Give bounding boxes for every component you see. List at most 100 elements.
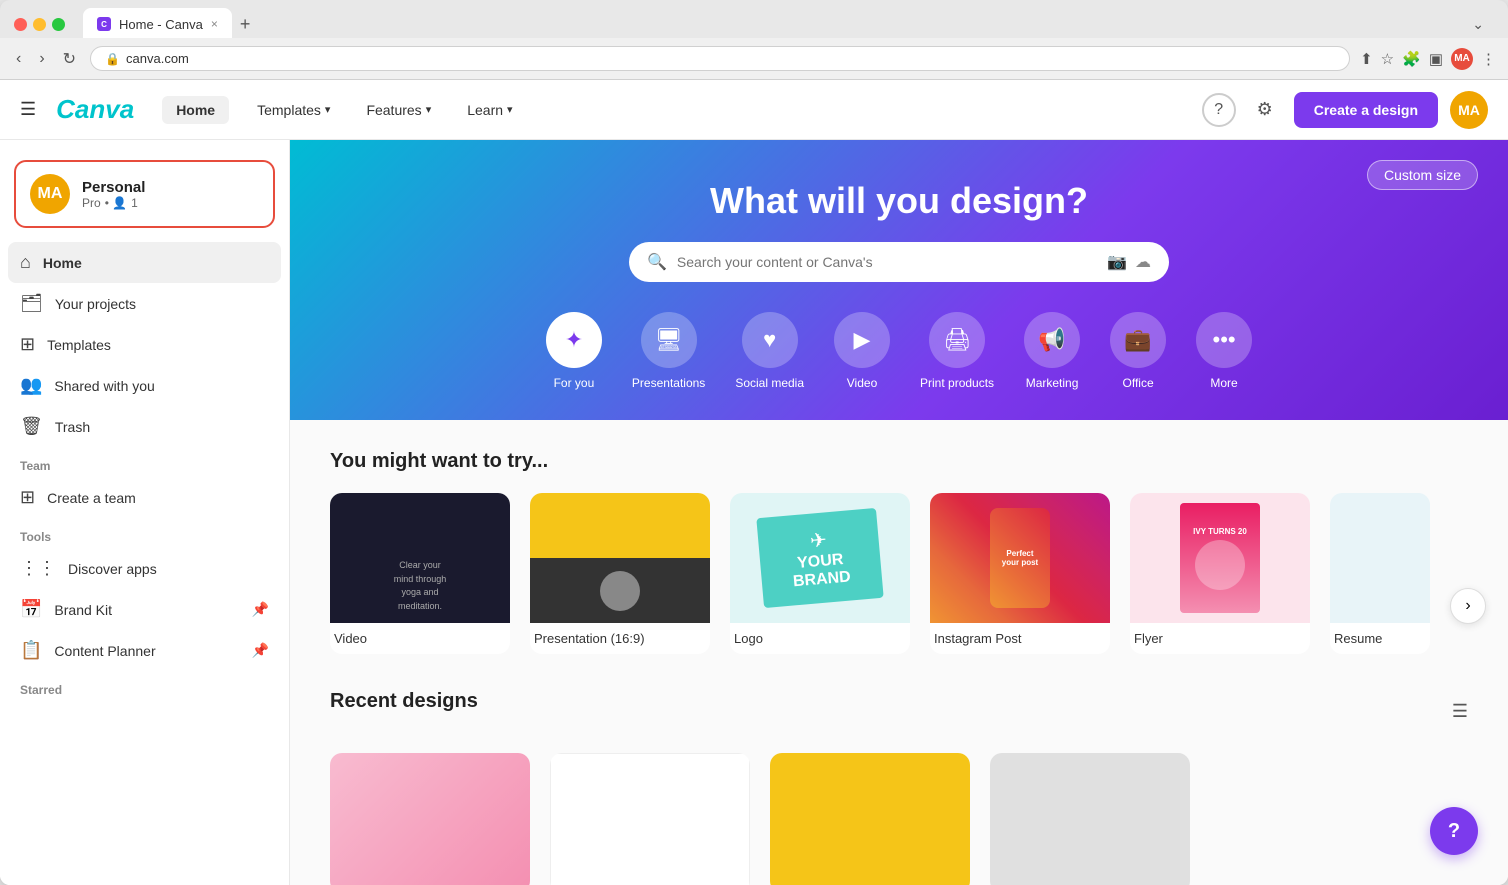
new-tab-icon[interactable]: +	[240, 14, 251, 35]
user-avatar-nav[interactable]: MA	[1450, 91, 1488, 129]
recent-card-3[interactable]	[770, 753, 970, 885]
sidebar-item-trash[interactable]: 🗑 Trash	[8, 406, 281, 447]
logo-inner: ✈ YOURBRAND	[756, 508, 883, 608]
search-actions: 📷 ☁	[1107, 252, 1151, 272]
instagram-thumb: Perfectyour post	[930, 493, 1110, 623]
video-label: Video	[847, 376, 877, 390]
browser-user-avatar[interactable]: MA	[1451, 48, 1473, 70]
hamburger-menu[interactable]: ☰	[20, 99, 36, 120]
search-input[interactable]	[677, 254, 1097, 270]
category-video[interactable]: ▶ Video	[834, 312, 890, 390]
share-icon[interactable]: ⬆	[1360, 50, 1373, 68]
content-area: Custom size What will you design? 🔍 📷 ☁	[290, 140, 1508, 885]
sidebar-item-shared[interactable]: 👥 Shared with you	[8, 365, 281, 406]
back-button[interactable]: ‹	[12, 48, 25, 70]
office-icon: 💼	[1124, 327, 1151, 353]
tools-nav: ⋮⋮ Discover apps 📅 Brand Kit 📌 📋 C	[0, 548, 289, 671]
extensions-icon[interactable]: 🧩	[1402, 50, 1421, 68]
sidebar-content-planner-label: Content Planner	[54, 643, 155, 659]
sidebar-item-home[interactable]: ⌂ Home	[8, 242, 281, 283]
projects-icon: 🗂	[20, 293, 43, 314]
settings-button[interactable]: ⚙	[1248, 93, 1282, 127]
learn-chevron-icon: ▾	[507, 103, 513, 116]
presentation-card[interactable]: Presentation (16:9)	[530, 493, 710, 654]
video-card[interactable]: Clear yourmind throughyoga andmeditation…	[330, 493, 510, 654]
create-design-button[interactable]: Create a design	[1294, 92, 1438, 128]
menu-icon[interactable]: ⋮	[1481, 50, 1496, 68]
hero-title: What will you design?	[710, 180, 1088, 222]
tab-close-icon[interactable]: ×	[211, 17, 218, 31]
sidebar-item-discover-apps[interactable]: ⋮⋮ Discover apps	[8, 548, 281, 589]
features-nav-link[interactable]: Features ▾	[358, 96, 439, 124]
recent-card-4[interactable]	[990, 753, 1190, 885]
custom-size-button[interactable]: Custom size	[1367, 160, 1478, 190]
flyer-card[interactable]: IVY TURNS 20 Flyer	[1130, 493, 1310, 654]
address-input[interactable]: 🔒 canva.com	[90, 46, 1350, 71]
sidebar-item-templates[interactable]: ⊞ Templates	[8, 324, 281, 365]
for-you-circle: ✦	[546, 312, 602, 368]
home-nav-button[interactable]: Home	[162, 96, 229, 124]
category-for-you[interactable]: ✦ For you	[546, 312, 602, 390]
flyer-thumb: IVY TURNS 20	[1130, 493, 1310, 623]
logo-card-label: Logo	[730, 623, 910, 654]
recent-card-2[interactable]	[550, 753, 750, 885]
sidebar-projects-label: Your projects	[55, 296, 136, 312]
sidebar-item-projects[interactable]: 🗂 Your projects	[8, 283, 281, 324]
templates-nav-link[interactable]: Templates ▾	[249, 96, 338, 124]
resume-card[interactable]: Resume	[1330, 493, 1430, 654]
search-bar[interactable]: 🔍 📷 ☁	[629, 242, 1169, 282]
list-view-icon[interactable]: ☰	[1452, 701, 1468, 722]
home-icon: ⌂	[20, 252, 31, 273]
forward-button[interactable]: ›	[35, 48, 48, 70]
logo-card[interactable]: ✈ YOURBRAND Logo	[730, 493, 910, 654]
marketing-icon: 📢	[1038, 327, 1065, 353]
category-print-products[interactable]: 🖨 Print products	[920, 312, 994, 390]
content-sections: You might want to try... Clear yourmind …	[290, 420, 1508, 885]
logo-plane-icon: ✈	[809, 527, 828, 553]
recent-thumb-3	[770, 753, 970, 885]
suggestions-title: You might want to try...	[330, 450, 1468, 473]
more-circle: •••	[1196, 312, 1252, 368]
tab-grid-icon[interactable]: ▣	[1429, 50, 1443, 68]
help-button[interactable]: ?	[1202, 93, 1236, 127]
category-presentations[interactable]: 🖥 Presentations	[632, 312, 705, 390]
category-office[interactable]: 💼 Office	[1110, 312, 1166, 390]
camera-search-icon[interactable]: 📷	[1107, 252, 1127, 272]
reload-button[interactable]: ↻	[59, 47, 80, 71]
tab-expand-icon[interactable]: ⌄	[1472, 16, 1484, 33]
profile-avatar: MA	[30, 174, 70, 214]
upload-search-icon[interactable]: ☁	[1135, 252, 1151, 272]
profile-card[interactable]: MA Personal Pro • 👤 1	[14, 160, 275, 228]
content-planner-pin-icon: 📌	[252, 642, 269, 659]
bookmark-icon[interactable]: ☆	[1381, 50, 1394, 68]
window-controls[interactable]	[14, 18, 65, 31]
recent-card-1[interactable]	[330, 753, 530, 885]
brand-kit-icon: 📅	[20, 599, 42, 620]
sidebar-item-create-team[interactable]: ⊞ Create a team	[8, 477, 281, 518]
category-more[interactable]: ••• More	[1196, 312, 1252, 390]
team-section-label: Team	[0, 447, 289, 477]
flyer-card-label: Flyer	[1130, 623, 1310, 654]
office-label: Office	[1123, 376, 1154, 390]
category-social-media[interactable]: ♥ Social media	[735, 312, 804, 390]
floating-help-button[interactable]: ?	[1430, 807, 1478, 855]
social-media-circle: ♥	[742, 312, 798, 368]
sidebar-create-team-label: Create a team	[47, 490, 136, 506]
sidebar-item-brand-kit[interactable]: 📅 Brand Kit 📌	[8, 589, 281, 630]
instagram-card[interactable]: Perfectyour post Instagram Post	[930, 493, 1110, 654]
main-layout: MA Personal Pro • 👤 1 ⌂ Home	[0, 140, 1508, 885]
active-tab[interactable]: C Home - Canva ×	[83, 8, 232, 40]
learn-nav-link[interactable]: Learn ▾	[459, 96, 520, 124]
category-marketing[interactable]: 📢 Marketing	[1024, 312, 1080, 390]
features-chevron-icon: ▾	[426, 103, 432, 116]
sidebar-item-content-planner[interactable]: 📋 Content Planner 📌	[8, 630, 281, 671]
scroll-right-button[interactable]: ›	[1450, 588, 1486, 654]
maximize-button[interactable]	[52, 18, 65, 31]
close-button[interactable]	[14, 18, 27, 31]
flyer-inner: IVY TURNS 20	[1180, 503, 1260, 613]
canva-logo[interactable]: Canva	[56, 94, 134, 125]
profile-name: Personal	[82, 179, 145, 196]
recent-row	[330, 753, 1468, 885]
minimize-button[interactable]	[33, 18, 46, 31]
brand-kit-pin-icon: 📌	[252, 601, 269, 618]
